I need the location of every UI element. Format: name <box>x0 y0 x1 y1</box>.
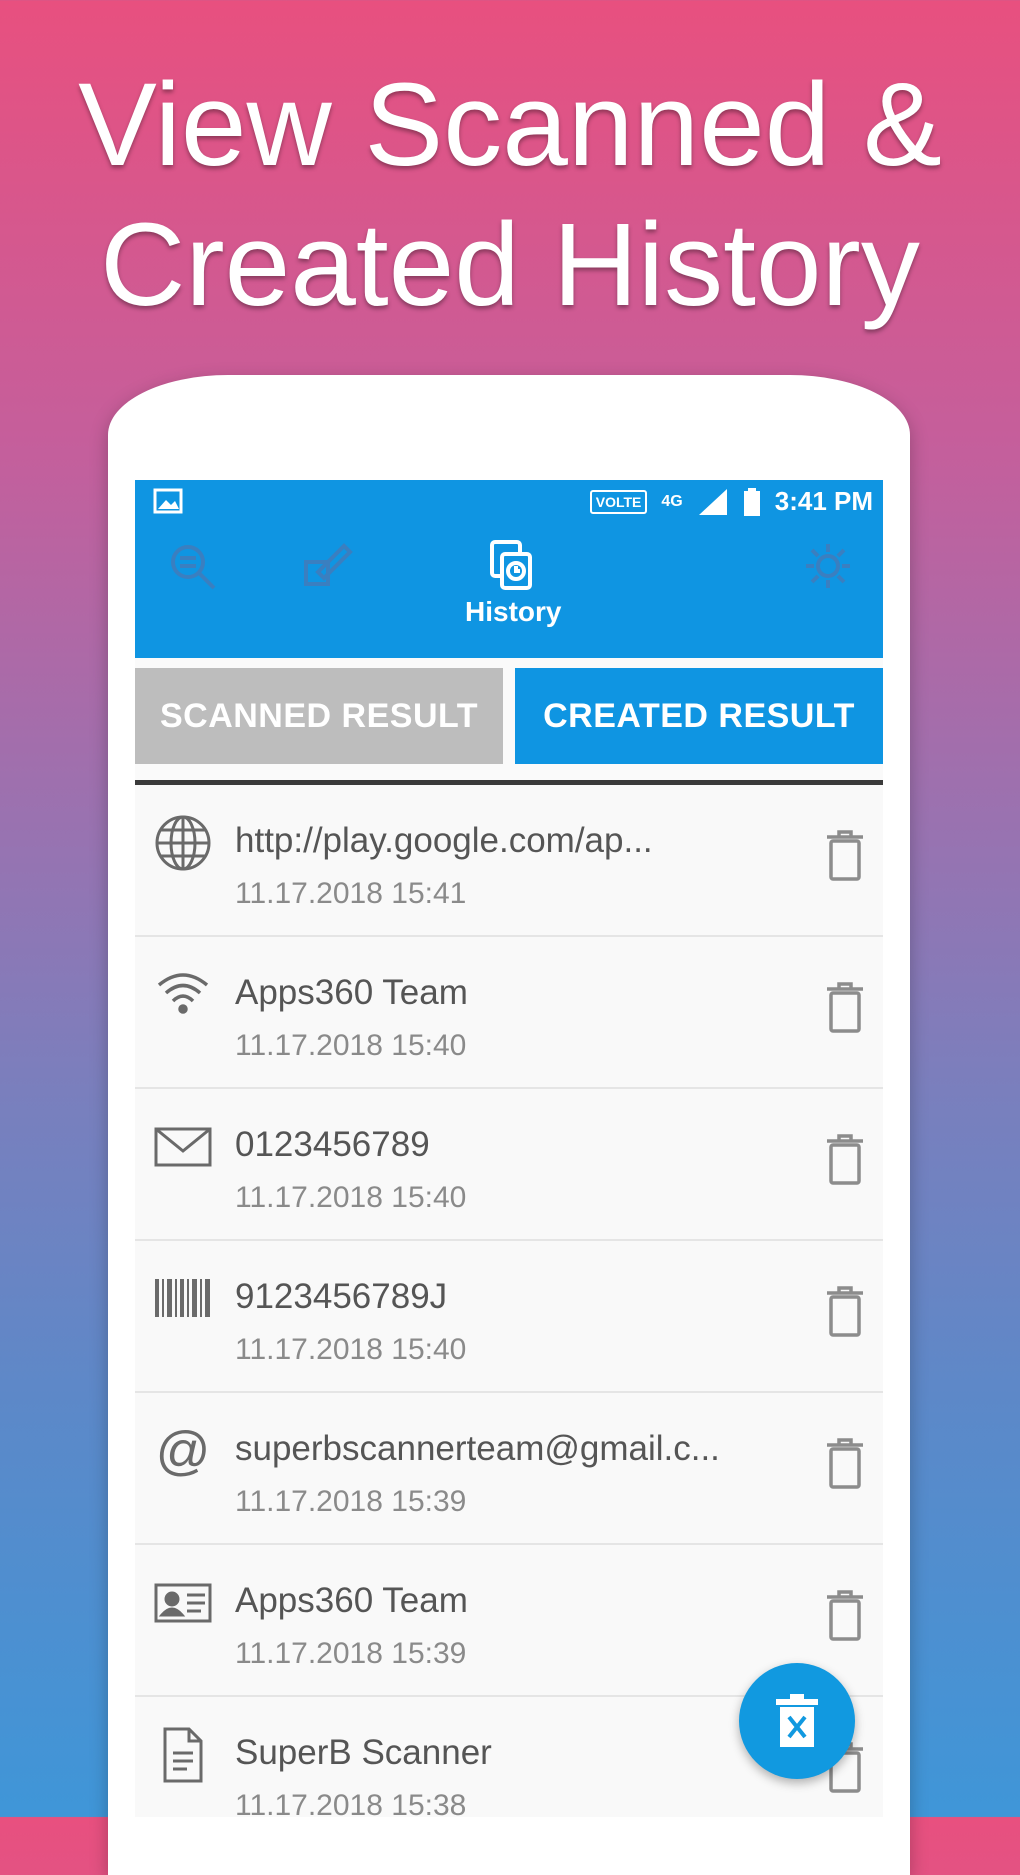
settings-icon <box>806 544 850 588</box>
nav-tab-settings[interactable] <box>783 538 873 648</box>
volte-badge: VOLTE <box>589 489 648 514</box>
svg-text:@: @ <box>156 1421 211 1481</box>
scan-icon <box>171 545 216 590</box>
delete-icon[interactable] <box>825 1437 865 1489</box>
history-icon <box>490 540 532 590</box>
list-item[interactable]: 9123456789J 11.17.2018 15:40 <box>135 1241 883 1393</box>
item-title: superbscannerteam@gmail.c... <box>235 1429 720 1468</box>
list-item[interactable]: http://play.google.com/ap... 11.17.2018 … <box>135 785 883 937</box>
item-time: 11.17.2018 15:40 <box>235 1181 467 1214</box>
trash-icon <box>776 1694 818 1747</box>
item-time: 11.17.2018 15:40 <box>235 1029 467 1062</box>
network-type: 4G <box>661 492 683 510</box>
result-tabs: SCANNED RESULT CREATED RESULT <box>135 668 883 764</box>
tab-created-result[interactable]: CREATED RESULT <box>515 668 883 764</box>
item-title: 0123456789 <box>235 1125 430 1164</box>
list-item[interactable]: @ superbscannerteam@gmail.c... 11.17.201… <box>135 1393 883 1545</box>
item-time: 11.17.2018 15:39 <box>235 1637 467 1670</box>
item-time: 11.17.2018 15:41 <box>235 877 467 910</box>
nav-tab-history-label: History <box>465 596 562 627</box>
contact-card-icon <box>153 1573 213 1633</box>
email-icon <box>153 1117 213 1177</box>
nav-tab-scan[interactable] <box>147 538 237 648</box>
at-icon: @ <box>153 1421 213 1481</box>
battery-icon <box>743 487 760 516</box>
wifi-icon <box>153 965 213 1025</box>
item-title: SuperB Scanner <box>235 1733 492 1772</box>
barcode-icon <box>153 1269 213 1329</box>
status-icons: VOLTE 4G 3:41 PM <box>589 486 873 517</box>
promo-headline: View Scanned & Created History <box>0 55 1020 335</box>
app-bar: VOLTE 4G 3:41 PM History <box>135 480 883 658</box>
item-time: 11.17.2018 15:38 <box>235 1789 467 1817</box>
app-screen: VOLTE 4G 3:41 PM History SCANNED RESULT … <box>135 480 883 1817</box>
nav-tab-history[interactable]: History <box>465 538 562 648</box>
create-icon <box>304 543 353 586</box>
delete-icon[interactable] <box>825 1589 865 1641</box>
item-title: Apps360 Team <box>235 1581 468 1620</box>
image-notification-icon <box>153 488 183 521</box>
promo-line-2: Created History <box>100 199 920 331</box>
promo-line-1: View Scanned & <box>78 59 942 191</box>
item-title: 9123456789J <box>235 1277 448 1316</box>
signal-icon <box>698 488 727 515</box>
item-time: 11.17.2018 15:39 <box>235 1485 467 1518</box>
delete-icon[interactable] <box>825 981 865 1033</box>
delete-icon[interactable] <box>825 1285 865 1337</box>
clock: 3:41 PM <box>774 486 873 516</box>
delete-icon[interactable] <box>825 829 865 881</box>
nav-tab-create[interactable] <box>281 538 371 648</box>
delete-icon[interactable] <box>825 1133 865 1185</box>
tab-scanned-result[interactable]: SCANNED RESULT <box>135 668 503 764</box>
document-icon <box>153 1725 213 1785</box>
delete-all-fab[interactable] <box>739 1663 855 1779</box>
status-bar: VOLTE 4G 3:41 PM <box>135 480 883 522</box>
history-list: http://play.google.com/ap... 11.17.2018 … <box>135 785 883 1817</box>
list-item[interactable]: Apps360 Team 11.17.2018 15:40 <box>135 937 883 1089</box>
item-time: 11.17.2018 15:40 <box>235 1333 467 1366</box>
item-title: Apps360 Team <box>235 973 468 1012</box>
globe-icon <box>153 813 213 873</box>
list-item[interactable]: 0123456789 11.17.2018 15:40 <box>135 1089 883 1241</box>
item-title: http://play.google.com/ap... <box>235 821 653 860</box>
